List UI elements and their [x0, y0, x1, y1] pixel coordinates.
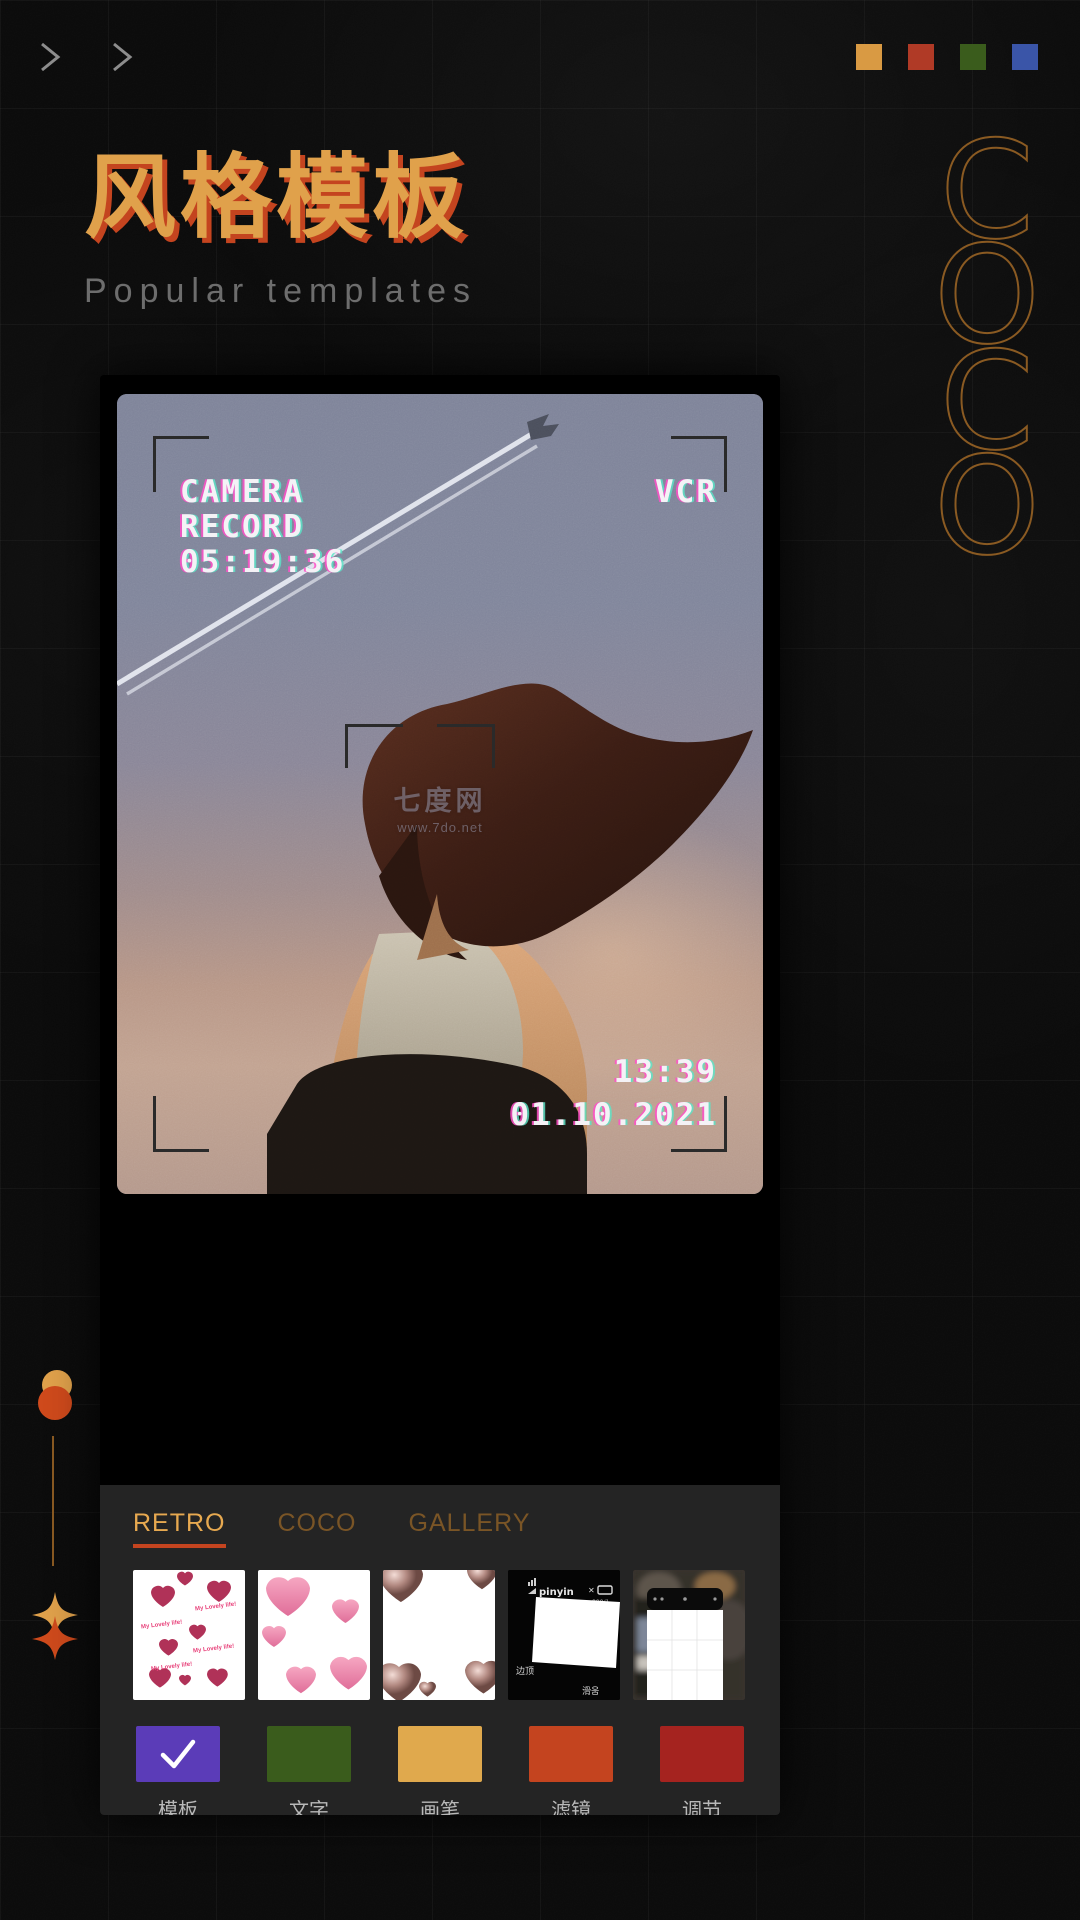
template-phone-pinyin[interactable]: pinyin ✕ 890/1 边顶 滑움 [508, 1570, 620, 1700]
template-phone-grid[interactable] [633, 1570, 745, 1700]
phone-grid-art [633, 1570, 745, 1700]
tool-filter[interactable]: 滤镜 [529, 1726, 613, 1815]
tool-template[interactable]: 模板 [136, 1726, 220, 1815]
hearts-art [262, 1577, 367, 1694]
svg-text:边顶: 边顶 [516, 1666, 534, 1677]
tab-retro[interactable]: RETRO [133, 1509, 226, 1548]
tool-label: 滤镜 [551, 1798, 591, 1815]
tool-label: 模板 [158, 1798, 198, 1815]
swatch-green[interactable] [960, 44, 986, 70]
decorative-vertical-line [52, 1436, 54, 1566]
template-hearts-3d[interactable] [383, 1570, 495, 1700]
coco-letter-4: O [933, 427, 1041, 585]
phone-frame-art: pinyin ✕ 890/1 边顶 滑움 [508, 1570, 620, 1700]
page-title: 风格模板 [84, 144, 469, 251]
chevron-right-icon[interactable] [108, 38, 138, 76]
tool-text[interactable]: 文字 [267, 1726, 351, 1815]
tool-label: 文字 [289, 1798, 329, 1815]
palette-swatches [856, 44, 1038, 70]
watermark-url: www.7do.net [397, 820, 483, 835]
frame-bracket-center [345, 724, 495, 768]
svg-text:✕: ✕ [588, 1586, 595, 1595]
page-root: 风格模板 Popular templates C O C O CAMERA RE… [0, 0, 1080, 1920]
overlay-timecode: 05:19:36 [180, 544, 346, 580]
chevron-right-icon[interactable] [36, 38, 66, 76]
template-hearts-small[interactable]: My Lovely life! My Lovely life! My Lovel… [133, 1570, 245, 1700]
editor-panel: RETRO COCO GALLERY My Lovely life! My Lo… [100, 1485, 780, 1815]
swatch-red[interactable] [908, 44, 934, 70]
circle-red-icon [38, 1386, 72, 1420]
overlay-camera-block: CAMERA [180, 474, 304, 510]
hearts-art [149, 1571, 231, 1688]
editor-toolbar: 模板 文字 画笔 滤镜 调节 [100, 1700, 780, 1815]
tab-coco[interactable]: COCO [278, 1509, 357, 1548]
site-watermark: 七度网 www.7do.net [394, 779, 487, 835]
breadcrumb [36, 38, 138, 76]
swatch-blue[interactable] [1012, 44, 1038, 70]
overlay-clock: 13:39 [613, 1053, 717, 1090]
frame-bracket-bottom-left [153, 1096, 209, 1152]
tool-brush[interactable]: 画笔 [398, 1726, 482, 1815]
svg-text:pinyin: pinyin [539, 1587, 574, 1598]
template-category-tabs: RETRO COCO GALLERY [100, 1485, 780, 1548]
tool-adjust[interactable]: 调节 [660, 1726, 744, 1815]
overlay-camera-label: CAMERA [180, 474, 304, 510]
check-icon [160, 1739, 196, 1769]
template-hearts-large[interactable] [258, 1570, 370, 1700]
page-subtitle: Popular templates [84, 272, 478, 310]
tool-label: 调节 [682, 1798, 722, 1815]
overlay-date: 01.10.2021 [510, 1096, 717, 1133]
swatch-orange[interactable] [856, 44, 882, 70]
overlay-record-label: RECORD [180, 509, 304, 545]
tab-gallery[interactable]: GALLERY [409, 1509, 531, 1548]
decorative-sparkles [32, 1592, 78, 1660]
phone-mockup: CAMERA RECORD 05:19:36 VCR 13:39 01.10.2… [100, 375, 780, 1815]
svg-text:滑움: 滑움 [582, 1686, 599, 1697]
overlay-mode-label: VCR [655, 474, 717, 510]
template-thumbnail-list: My Lovely life! My Lovely life! My Lovel… [100, 1548, 780, 1700]
decorative-circles [36, 1370, 82, 1424]
tool-label: 画笔 [420, 1798, 460, 1815]
decorative-coco-lettering: C O C O [902, 122, 1072, 585]
watermark-text: 七度网 [393, 786, 487, 816]
hearts-3d-art [383, 1570, 495, 1700]
photo-preview[interactable]: CAMERA RECORD 05:19:36 VCR 13:39 01.10.2… [117, 394, 763, 1194]
